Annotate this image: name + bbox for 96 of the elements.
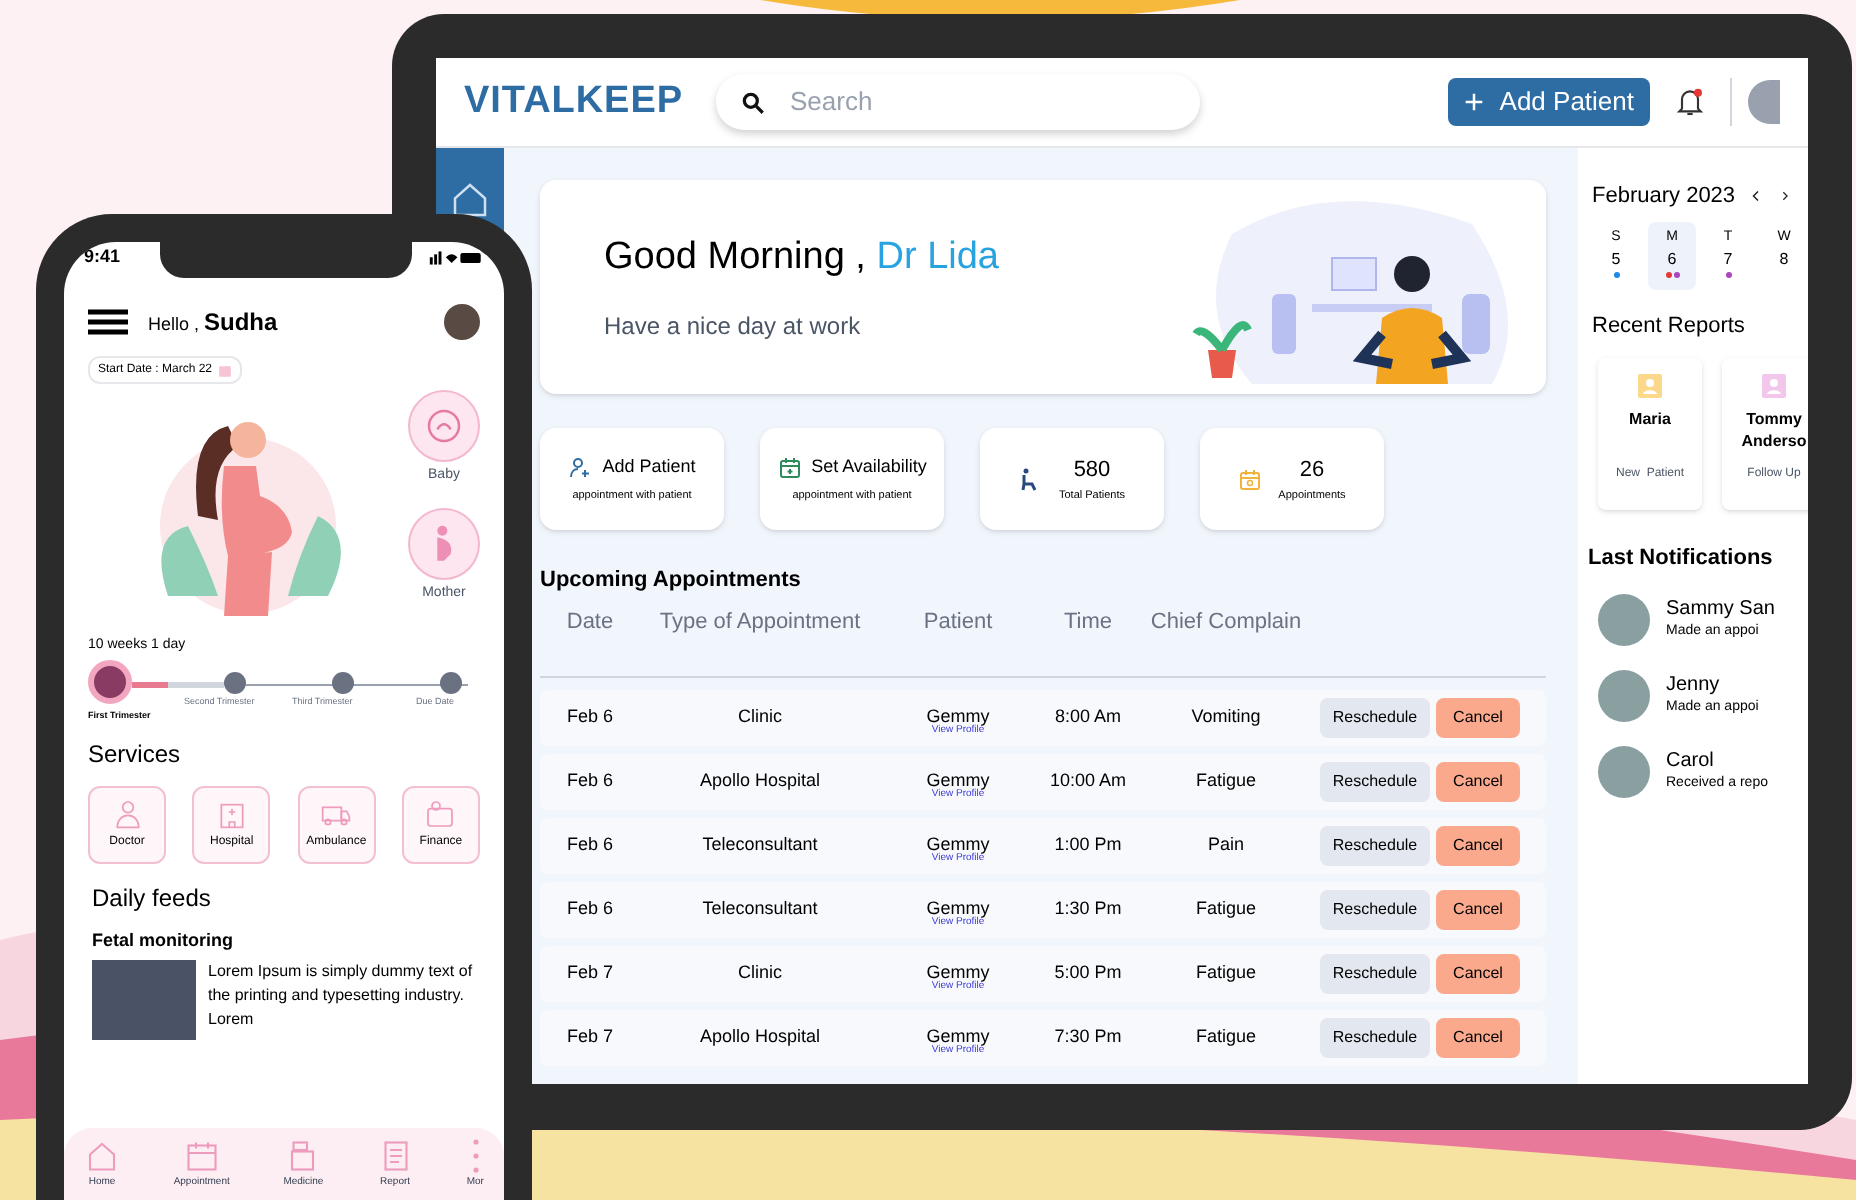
stage-marker[interactable] — [224, 671, 246, 693]
table-cell-text: Teleconsultant — [700, 831, 820, 858]
table-cell-text: 8:00 Am — [1052, 703, 1124, 730]
section-heading: Daily feeds — [92, 881, 213, 915]
more-icon — [471, 1138, 480, 1174]
stage-marker[interactable] — [332, 671, 354, 693]
cancel-button[interactable]: Cancel — [1436, 761, 1520, 801]
column-header: Chief Complain — [1148, 607, 1304, 637]
logo: VITALKEEP — [464, 77, 685, 126]
avatar — [444, 304, 480, 340]
notification-name: Jenny — [1666, 674, 1722, 698]
section-heading: Services — [88, 737, 183, 771]
table-cell-text: 10:00 Am — [1047, 767, 1129, 794]
table-cell-text: Fatigue — [1193, 767, 1259, 794]
plus-icon — [1463, 92, 1484, 112]
reschedule-button[interactable]: Reschedule — [1320, 889, 1430, 929]
card-title: Set Availability — [811, 454, 927, 481]
battery-icon — [428, 250, 484, 266]
table-cell-text: Fatigue — [1193, 959, 1259, 986]
table-cell-text: Teleconsultant — [700, 895, 820, 922]
table-cell-text: Feb 6 — [564, 895, 615, 922]
table-cell-text: Vomiting — [1189, 703, 1263, 730]
table-cell-text: Feb 7 — [564, 959, 615, 986]
patient-name: Gemmy — [926, 1028, 990, 1046]
table-cell-text: 1:30 Pm — [1052, 895, 1124, 922]
table-cell-text: Fatigue — [1193, 895, 1259, 922]
user-add-icon — [568, 455, 593, 480]
stage-marker[interactable] — [440, 671, 462, 693]
table-cell-text: Feb 6 — [564, 831, 615, 858]
table-cell-text: Apollo Hospital — [697, 1023, 823, 1050]
chevron-left-icon — [1749, 188, 1762, 205]
table-cell-text: Feb 6 — [564, 703, 615, 730]
avatar — [1598, 593, 1650, 645]
stat-value: 26 — [1299, 456, 1325, 487]
status-time: 9:41 — [84, 244, 121, 271]
table-cell-text: Apollo Hospital — [697, 767, 823, 794]
service-icon — [424, 797, 457, 829]
table-cell-text: Feb 7 — [564, 1023, 615, 1050]
reschedule-button[interactable]: Reschedule — [1320, 697, 1430, 737]
service-icon — [111, 797, 143, 829]
avatar — [1748, 80, 1780, 124]
column-header: Type of Appointment — [657, 607, 863, 637]
report-name: Tommy Anderso — [1739, 408, 1808, 454]
card-title: Add Patient — [602, 454, 696, 481]
table-cell-text: Pain — [1205, 831, 1246, 858]
chevron-right-icon — [1779, 188, 1790, 205]
table-cell-text: 7:30 Pm — [1052, 1023, 1124, 1050]
column-header: Time — [1061, 607, 1115, 637]
baby-button[interactable] — [408, 390, 480, 462]
nav-icon — [183, 1138, 220, 1174]
column-header: Patient — [921, 607, 995, 637]
patient-name: Gemmy — [926, 900, 990, 918]
cancel-button[interactable]: Cancel — [1436, 953, 1520, 993]
patient-name: Gemmy — [926, 836, 990, 854]
cancel-button[interactable]: Cancel — [1436, 697, 1520, 737]
reschedule-button[interactable]: Reschedule — [1320, 825, 1430, 865]
feed-title: Fetal monitoring — [92, 927, 235, 954]
calendar-month: February 2023 — [1592, 182, 1736, 212]
section-heading: Recent Reports — [1592, 311, 1747, 341]
stat-value: 580 — [1073, 456, 1111, 487]
cancel-button[interactable]: Cancel — [1436, 1017, 1520, 1057]
reschedule-button[interactable]: Reschedule — [1320, 1017, 1430, 1057]
column-header: Date — [564, 607, 616, 637]
photo-placeholder — [92, 960, 196, 1040]
avatar — [1598, 669, 1650, 721]
nav-icon — [84, 1138, 120, 1174]
table-cell-text: Feb 6 — [564, 767, 615, 794]
search-input[interactable]: Search — [790, 82, 1150, 122]
section-heading: Upcoming Appointments — [540, 566, 803, 596]
reschedule-button[interactable]: Reschedule — [1320, 953, 1430, 993]
add-patient-button[interactable]: Add Patient — [1447, 78, 1650, 126]
notification-name: Carol — [1666, 750, 1716, 774]
stage-marker[interactable] — [88, 659, 132, 703]
menu-icon — [88, 308, 128, 336]
table-cell-text: 1:00 Pm — [1052, 831, 1124, 858]
patient-name: Gemmy — [926, 708, 990, 726]
cancel-button[interactable]: Cancel — [1436, 889, 1520, 929]
table-cell-text: Clinic — [735, 959, 784, 986]
home-icon — [450, 180, 490, 220]
patient-name: Gemmy — [926, 772, 990, 790]
avatar — [1598, 745, 1650, 797]
bell-icon — [1674, 84, 1706, 120]
patient-name: Gemmy — [926, 964, 990, 982]
greeting-heading: Good Morning , Dr Lida — [604, 234, 999, 283]
table-cell-text: Clinic — [735, 703, 784, 730]
report-name: Maria — [1627, 408, 1673, 432]
table-cell-text: 5:00 Pm — [1052, 959, 1124, 986]
greeting-subtitle: Have a nice day at work — [604, 309, 863, 344]
section-heading: Last Notifications — [1588, 544, 1775, 574]
reschedule-button[interactable]: Reschedule — [1320, 761, 1430, 801]
table-cell-text: Fatigue — [1193, 1023, 1259, 1050]
cancel-button[interactable]: Cancel — [1436, 825, 1520, 865]
feed-text: Lorem Ipsum is simply dummy text of the printing and typesetting industry. Lorem — [208, 960, 475, 1032]
greeting-text: Hello , Sudha — [148, 306, 278, 340]
search-icon — [740, 89, 766, 115]
notification-name: Sammy San — [1666, 598, 1775, 622]
